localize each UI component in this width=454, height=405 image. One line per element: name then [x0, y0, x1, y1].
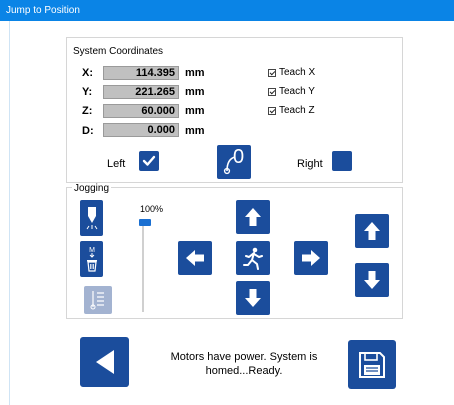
right-label: Right	[297, 158, 323, 170]
back-button[interactable]	[80, 337, 129, 387]
height-sensor-icon	[90, 291, 104, 310]
purge-button[interactable]: M	[80, 241, 103, 277]
axis-label-x: X:	[82, 67, 93, 79]
jog-z-down-button[interactable]	[355, 263, 389, 297]
window-titlebar: Jump to Position	[0, 0, 454, 21]
axis-label-d: D:	[82, 125, 94, 137]
dispense-tool-button[interactable]	[80, 200, 103, 236]
speed-percent-label: 100%	[140, 204, 164, 214]
axis-value-d: 0.000	[103, 123, 179, 137]
jump-origin-button[interactable]: 0	[217, 145, 251, 179]
unit-x: mm	[185, 67, 205, 79]
arrow-down-icon	[245, 289, 261, 307]
dispense-nozzle-icon	[86, 207, 97, 230]
teach-x-checkbox[interactable]: Teach X	[268, 67, 315, 78]
teach-x-label: Teach X	[279, 67, 316, 78]
floppy-disk-icon	[359, 351, 385, 378]
unit-z: mm	[185, 105, 205, 117]
speed-slider-track[interactable]	[142, 222, 144, 312]
speed-slider-thumb[interactable]	[139, 219, 151, 226]
right-checkbox[interactable]	[332, 151, 352, 171]
jump-origin-label: 0	[233, 146, 245, 168]
axis-value-z: 60.000	[103, 104, 179, 118]
arrow-left-icon	[186, 250, 204, 266]
arrow-up-icon	[364, 222, 380, 240]
unit-y: mm	[185, 86, 205, 98]
jog-y-plus-button[interactable]	[236, 200, 270, 234]
window-title: Jump to Position	[6, 5, 80, 16]
teach-z-checkbox[interactable]: Teach Z	[268, 105, 315, 116]
save-button[interactable]	[348, 340, 396, 389]
axis-label-z: Z:	[82, 105, 93, 117]
left-label: Left	[107, 158, 126, 170]
checkbox-checked-icon	[268, 106, 276, 115]
checkbox-checked-icon	[268, 68, 276, 77]
jog-mode-button[interactable]	[236, 241, 270, 275]
status-text: Motors have power. System is homed...Rea…	[170, 351, 318, 377]
jog-y-minus-button[interactable]	[236, 281, 270, 315]
arrow-up-icon	[245, 208, 261, 226]
height-sensor-button[interactable]	[84, 286, 112, 314]
checkmark-icon	[142, 155, 156, 166]
teach-y-checkbox[interactable]: Teach Y	[268, 86, 315, 97]
axis-label-y: Y:	[82, 86, 93, 98]
purge-trash-icon: M	[86, 247, 97, 272]
checkbox-checked-icon	[268, 87, 276, 96]
teach-y-label: Teach Y	[279, 86, 315, 97]
jog-right-button[interactable]	[294, 241, 328, 275]
panel-title: Jogging	[72, 183, 112, 194]
arrow-right-icon	[302, 250, 320, 266]
arrow-down-icon	[364, 271, 380, 289]
unit-d: mm	[185, 125, 205, 137]
jogging-panel: Jogging	[66, 183, 403, 319]
teach-z-label: Teach Z	[279, 105, 315, 116]
svg-text:M: M	[89, 247, 95, 254]
window-border	[9, 21, 10, 405]
jog-left-button[interactable]	[178, 241, 212, 275]
jog-z-up-button[interactable]	[355, 214, 389, 248]
panel-title: System Coordinates	[73, 46, 164, 57]
axis-value-y: 221.265	[103, 85, 179, 99]
axis-value-x: 114.395	[103, 66, 179, 80]
left-checkbox[interactable]	[139, 151, 159, 171]
back-triangle-icon	[95, 350, 114, 374]
running-person-icon	[243, 247, 263, 270]
